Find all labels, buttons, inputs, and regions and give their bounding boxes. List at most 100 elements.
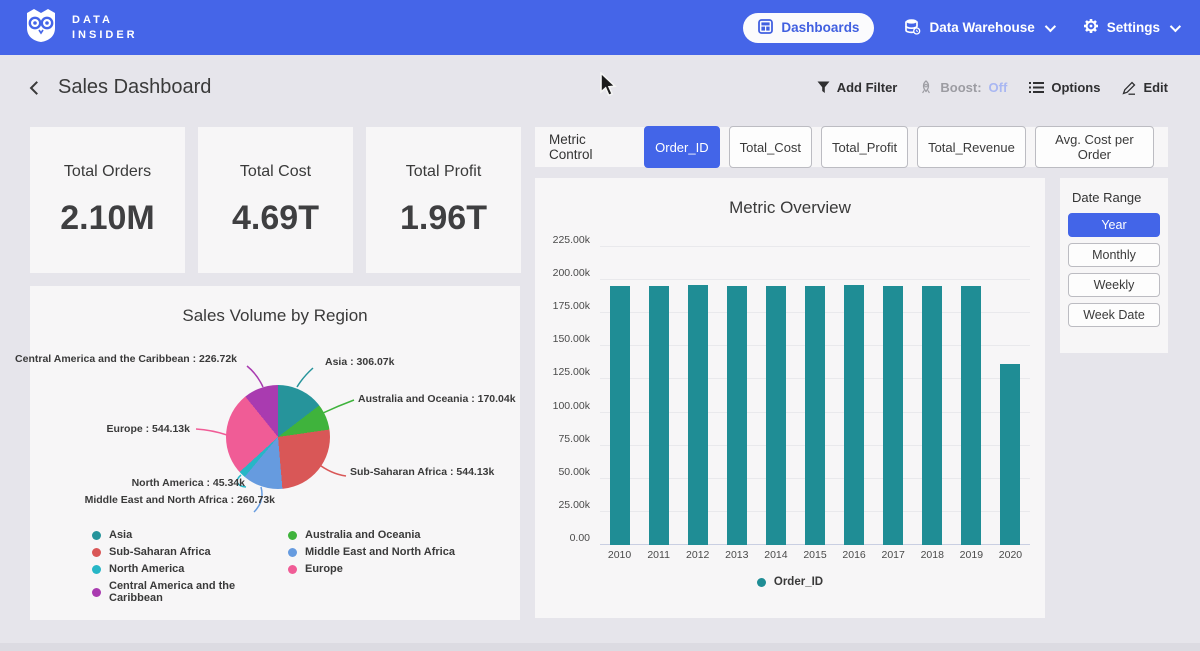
x-axis-tick-label: 2019 xyxy=(960,549,983,561)
bar-2014[interactable] xyxy=(766,286,786,545)
bar-2016[interactable] xyxy=(844,285,864,545)
kpi-row: Total Orders 2.10M Total Cost 4.69T Tota… xyxy=(30,127,521,273)
list-icon xyxy=(1029,81,1044,94)
legend-item-europe[interactable]: Europe xyxy=(288,563,455,575)
date-range-panel: Date Range Year Monthly Weekly Week Date xyxy=(1060,178,1168,353)
bar-2013[interactable] xyxy=(727,286,747,545)
x-axis-tick-label: 2015 xyxy=(803,549,826,561)
metric-button-order-id[interactable]: Order_ID xyxy=(644,126,719,168)
date-range-week-date-button[interactable]: Week Date xyxy=(1068,303,1160,327)
bar-2012[interactable] xyxy=(688,285,708,545)
navbar: DATA INSIDER Dashboards xyxy=(0,0,1200,55)
chevron-down-icon xyxy=(1044,20,1055,31)
kpi-total-cost: Total Cost 4.69T xyxy=(198,127,353,273)
y-axis-tick-label: 100.00k xyxy=(553,400,590,412)
legend-item-asia[interactable]: Asia xyxy=(92,529,288,541)
kpi-value: 2.10M xyxy=(60,199,155,238)
chevron-down-icon xyxy=(1170,20,1181,31)
x-axis-tick-label: 2010 xyxy=(608,549,631,561)
pie-label-australia-oceania: Australia and Oceania : 170.04k xyxy=(358,393,516,405)
metric-button-total-profit[interactable]: Total_Profit xyxy=(821,126,908,168)
kpi-value: 4.69T xyxy=(232,199,319,238)
x-axis-tick-label: 2013 xyxy=(725,549,748,561)
nav-dashboards-button[interactable]: Dashboards xyxy=(743,13,874,43)
back-button[interactable] xyxy=(26,79,44,97)
bar-2019[interactable] xyxy=(961,286,981,545)
y-axis-tick-label: 225.00k xyxy=(553,234,590,246)
legend-dot xyxy=(92,565,101,574)
chevron-left-icon xyxy=(26,79,44,97)
owl-logo-icon xyxy=(22,6,60,49)
metric-control-bar: Metric Control Order_ID Total_Cost Total… xyxy=(535,127,1168,167)
legend-item-order-id[interactable]: Order_ID xyxy=(757,576,823,588)
dashboards-grid-icon xyxy=(758,19,773,37)
legend-item-sub-saharan-africa[interactable]: Sub-Saharan Africa xyxy=(92,546,288,558)
y-axis-tick-label: 25.00k xyxy=(558,499,590,511)
date-range-year-button[interactable]: Year xyxy=(1068,213,1160,237)
pie-chart-panel: Sales Volume by Region Central America a… xyxy=(30,286,520,620)
legend-dot xyxy=(92,531,101,540)
metric-button-total-cost[interactable]: Total_Cost xyxy=(729,126,812,168)
bar-2011[interactable] xyxy=(649,286,669,545)
bar-2020[interactable] xyxy=(1000,364,1020,545)
legend-dot xyxy=(757,578,766,587)
pie-label-north-america: North America : 45.34k xyxy=(132,477,245,489)
pie-label-asia: Asia : 306.07k xyxy=(325,356,394,368)
bar-chart-panel: Metric Overview 225.00k200.00k175.00k150… xyxy=(535,178,1045,618)
legend-dot xyxy=(288,548,297,557)
x-axis-tick-label: 2017 xyxy=(881,549,904,561)
legend-item-middle-east[interactable]: Middle East and North Africa xyxy=(288,546,455,558)
metric-button-avg-cost-per-order[interactable]: Avg. Cost per Order xyxy=(1035,126,1154,168)
y-axis-tick-label: 150.00k xyxy=(553,333,590,345)
legend-dot xyxy=(92,548,101,557)
x-axis-tick-label: 2020 xyxy=(999,549,1022,561)
bar-2015[interactable] xyxy=(805,286,825,545)
date-range-label: Date Range xyxy=(1072,190,1160,205)
y-axis-tick-label: 0.00 xyxy=(570,532,590,544)
legend-item-central-america[interactable]: Central America and the Caribbean xyxy=(92,580,288,604)
y-axis-tick-label: 200.00k xyxy=(553,267,590,279)
y-axis-tick-label: 175.00k xyxy=(553,300,590,312)
brand-name: DATA INSIDER xyxy=(72,13,138,43)
legend-item-north-america[interactable]: North America xyxy=(92,563,288,575)
database-icon xyxy=(904,18,921,38)
kpi-label: Total Cost xyxy=(240,163,311,181)
x-axis-tick-label: 2014 xyxy=(764,549,787,561)
y-axis-tick-label: 50.00k xyxy=(558,466,590,478)
options-button[interactable]: Options xyxy=(1029,80,1100,95)
brand[interactable]: DATA INSIDER xyxy=(22,6,138,49)
legend-dot xyxy=(92,588,101,597)
add-filter-button[interactable]: Add Filter xyxy=(817,80,898,95)
x-axis-tick-label: 2018 xyxy=(921,549,944,561)
metric-button-total-revenue[interactable]: Total_Revenue xyxy=(917,126,1026,168)
gridline xyxy=(600,246,1030,247)
gridline xyxy=(600,279,1030,280)
pie-label-central-america: Central America and the Caribbean : 226.… xyxy=(15,353,237,365)
edit-button[interactable]: Edit xyxy=(1122,80,1168,95)
filter-icon xyxy=(817,81,830,94)
kpi-value: 1.96T xyxy=(400,199,487,238)
nav-data-warehouse-button[interactable]: Data Warehouse xyxy=(904,18,1052,38)
kpi-total-orders: Total Orders 2.10M xyxy=(30,127,185,273)
boost-state: Off xyxy=(989,80,1008,95)
bar-2018[interactable] xyxy=(922,286,942,545)
x-axis-tick-label: 2012 xyxy=(686,549,709,561)
legend-dot xyxy=(288,531,297,540)
pie-label-europe: Europe : 544.13k xyxy=(107,423,190,435)
bar-2017[interactable] xyxy=(883,286,903,545)
kpi-total-profit: Total Profit 1.96T xyxy=(366,127,521,273)
date-range-weekly-button[interactable]: Weekly xyxy=(1068,273,1160,297)
x-axis-tick-label: 2016 xyxy=(842,549,865,561)
boost-toggle[interactable]: Boost: Off xyxy=(919,80,1007,95)
rocket-icon xyxy=(919,80,933,95)
date-range-monthly-button[interactable]: Monthly xyxy=(1068,243,1160,267)
bar-2010[interactable] xyxy=(610,286,630,545)
legend-dot xyxy=(288,565,297,574)
legend-item-australia-oceania[interactable]: Australia and Oceania xyxy=(288,529,455,541)
x-axis-tick-label: 2011 xyxy=(647,549,670,561)
pie-label-middle-east: Middle East and North Africa : 260.73k xyxy=(85,494,275,506)
kpi-label: Total Profit xyxy=(406,163,482,181)
y-axis-tick-label: 125.00k xyxy=(553,366,590,378)
nav-settings-button[interactable]: Settings xyxy=(1083,18,1178,37)
pie-label-sub-saharan-africa: Sub-Saharan Africa : 544.13k xyxy=(350,466,494,478)
